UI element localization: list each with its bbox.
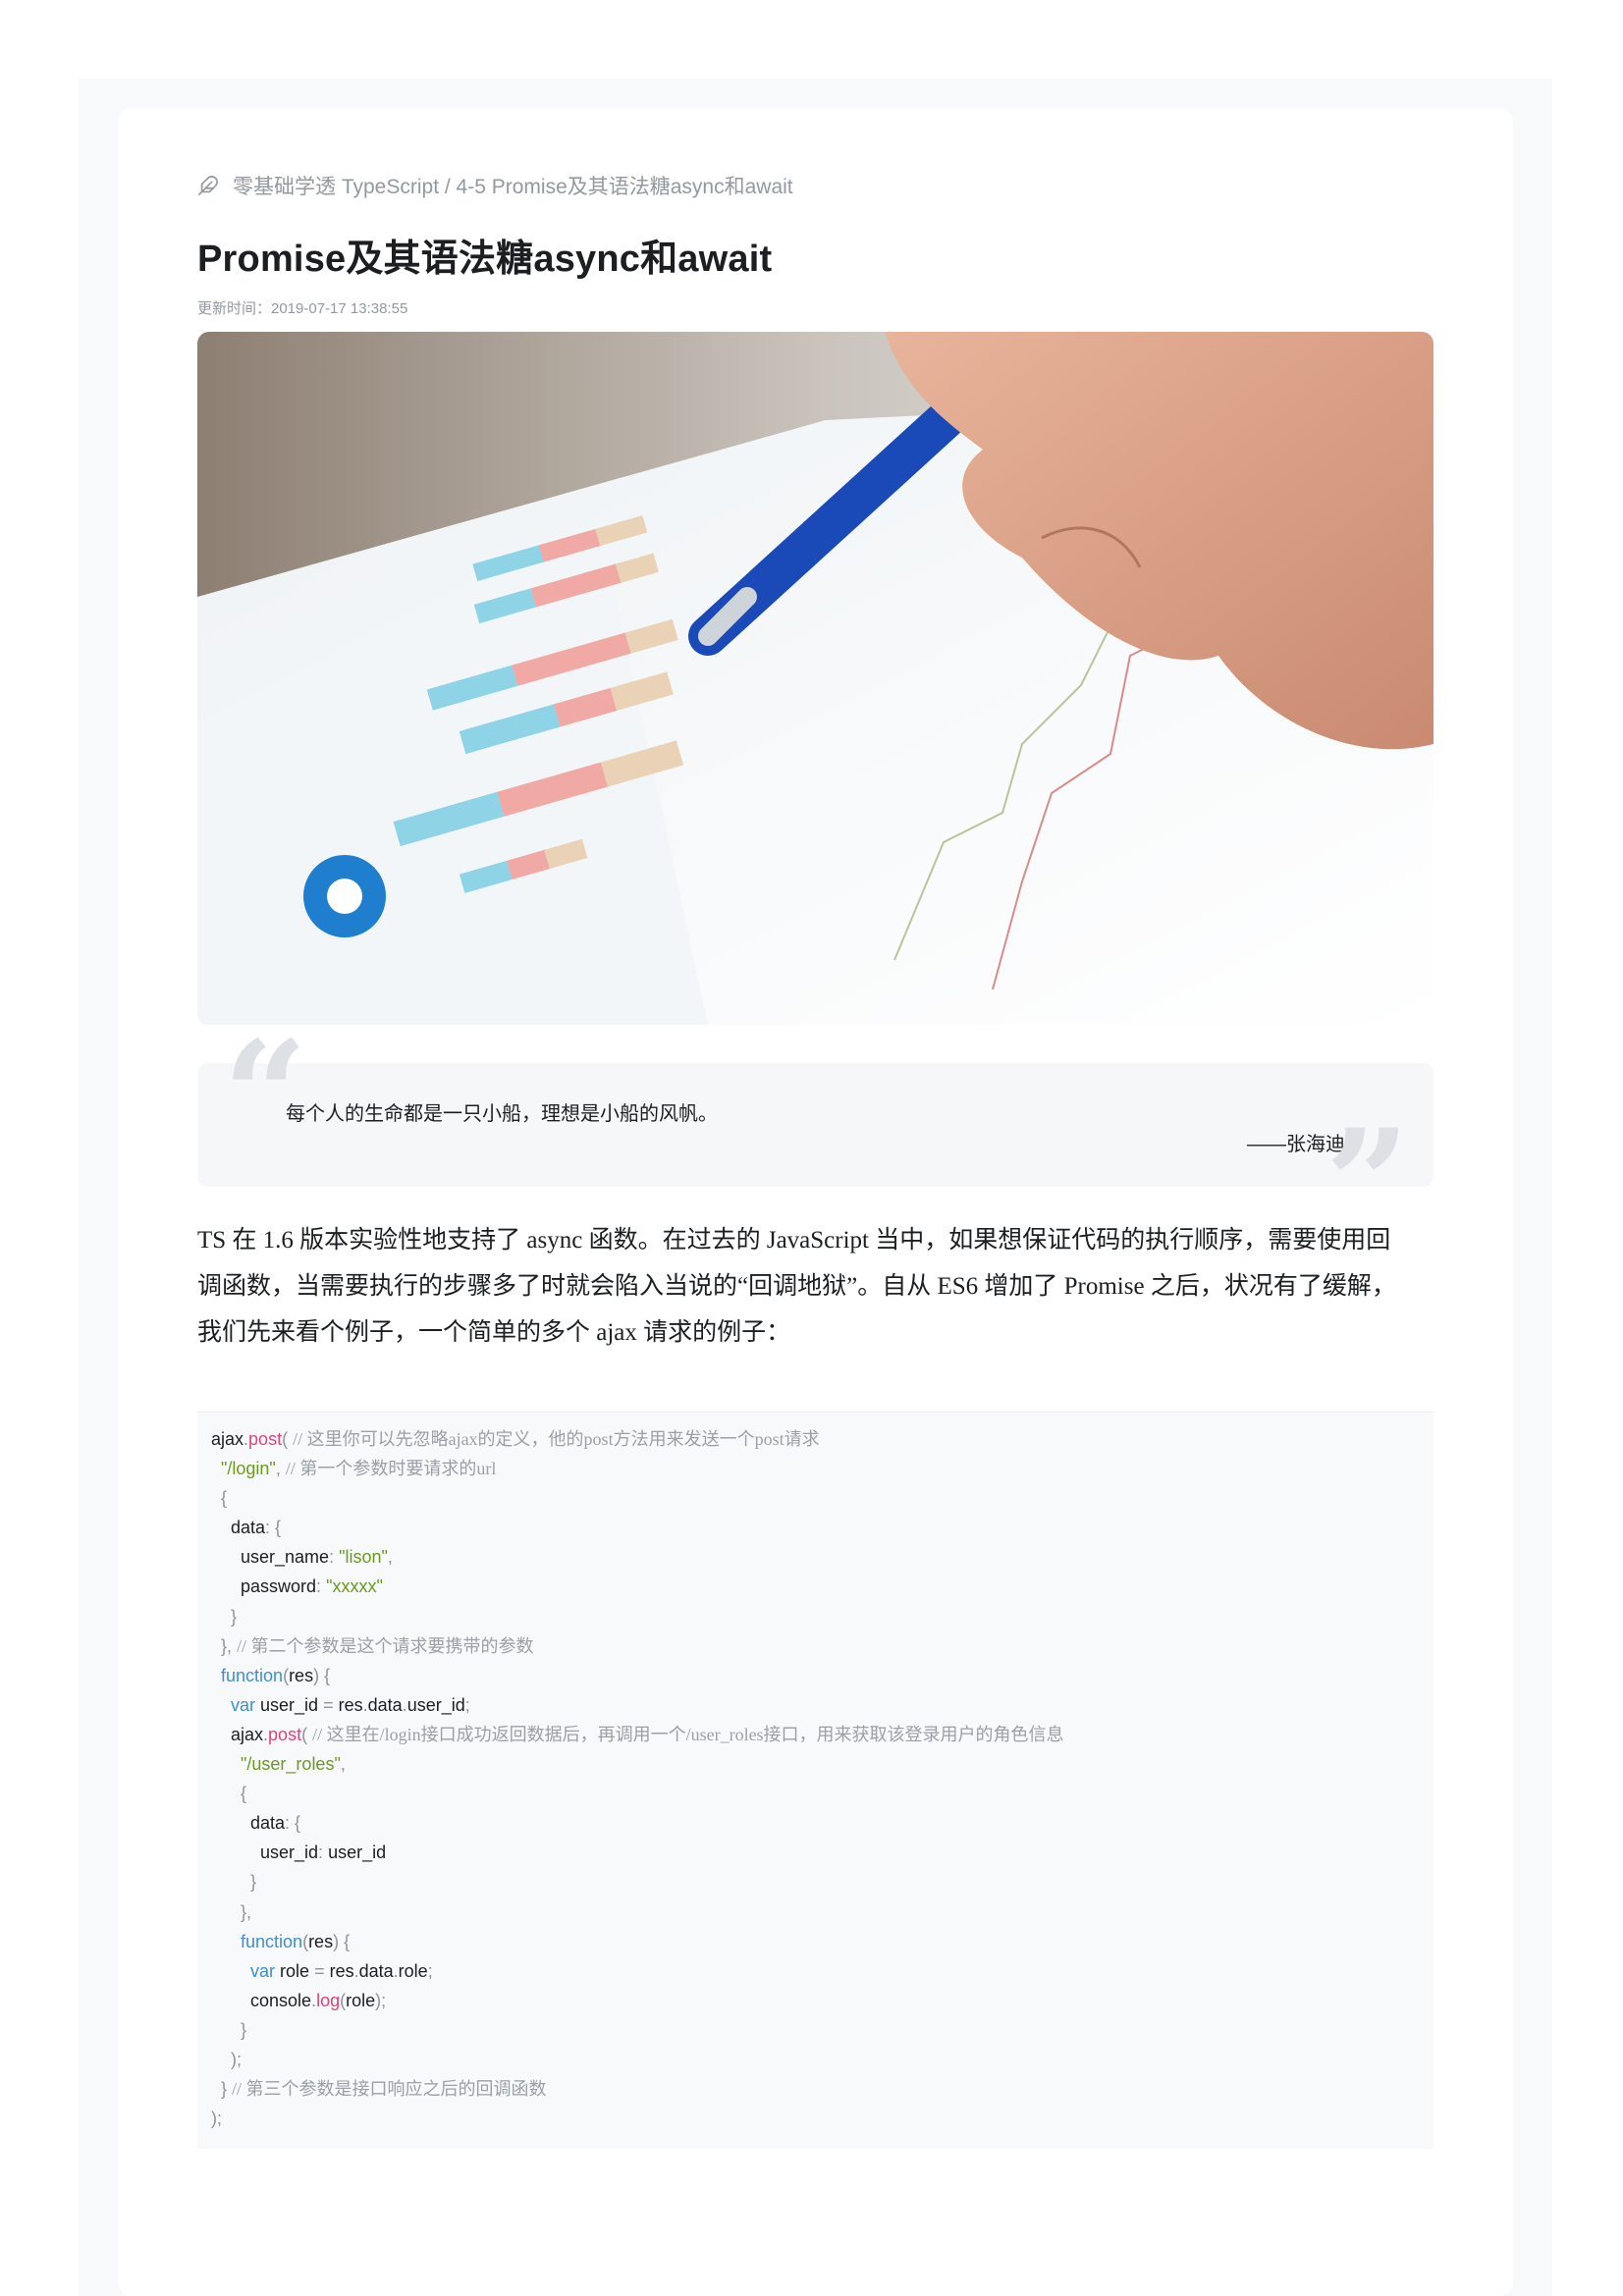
code-line: ); xyxy=(231,2049,243,2069)
quote-open-icon: “ xyxy=(223,1009,308,1182)
code-line: ajax.post( // 这里在/login接口成功返回数据后，再调用一个/u… xyxy=(211,1724,1064,1744)
code-line: function(res) { xyxy=(221,1665,331,1685)
code-line: data: { xyxy=(211,1813,301,1834)
code-line: "/user_roles", xyxy=(241,1754,346,1775)
code-line: var role = res.data.role; xyxy=(250,1960,433,1981)
code-line: "/login", // 第一个参数时要请求的url xyxy=(221,1459,497,1479)
code-line: }, // 第二个参数是这个请求要携带的参数 xyxy=(221,1635,534,1656)
quote-text: 每个人的生命都是一只小船，理想是小船的风帆。 xyxy=(286,1103,718,1125)
code-line: console.log(role); xyxy=(211,1990,387,2010)
code-content: ajax.post( // 这里你可以先忽略ajax的定义，他的post方法用来… xyxy=(211,1424,1064,2133)
code-line: } xyxy=(241,2019,247,2040)
page-background: 零基础学透 TypeScript / 4-5 Promise及其语法糖async… xyxy=(79,79,1552,2296)
article-title: Promise及其语法糖async和await xyxy=(197,239,773,280)
feather-icon xyxy=(198,176,218,195)
code-line: ajax.post( // 这里你可以先忽略ajax的定义，他的post方法用来… xyxy=(211,1429,820,1449)
code-line: } xyxy=(231,1606,238,1627)
code-line: } xyxy=(250,1872,257,1893)
code-line: var user_id = res.data.user_id; xyxy=(231,1694,470,1715)
update-time: 更新时间：2019-07-17 13:38:55 xyxy=(197,300,408,317)
code-line: password: "xxxxx" xyxy=(211,1576,383,1597)
intro-line: 调函数，当需要执行的步骤多了时就会陷入当说的“回调地狱”。自从 ES6 增加了 … xyxy=(197,1273,1396,1300)
code-block[interactable]: ajax.post( // 这里你可以先忽略ajax的定义，他的post方法用来… xyxy=(197,1412,1434,2149)
quote-block: “ 每个人的生命都是一只小船，理想是小船的风帆。 ——张海迪 ” xyxy=(197,1022,1434,1257)
hero-image xyxy=(197,332,1434,1025)
code-line: { xyxy=(221,1488,228,1509)
code-line: function(res) { xyxy=(241,1931,351,1951)
code-line: user_id: user_id xyxy=(211,1842,387,1863)
code-line: }, xyxy=(241,1901,252,1922)
code-line: user_name: "lison", xyxy=(211,1547,393,1568)
code-line: ); xyxy=(211,2109,222,2129)
code-line: data: { xyxy=(211,1518,282,1538)
article-card: 零基础学透 TypeScript / 4-5 Promise及其语法糖async… xyxy=(118,108,1513,2296)
intro-line: 我们先来看个例子，一个简单的多个 ajax 请求的例子： xyxy=(197,1319,791,1346)
intro-line: TS 在 1.6 版本实验性地支持了 async 函数。在过去的 JavaScr… xyxy=(197,1227,1391,1254)
intro-paragraph: TS 在 1.6 版本实验性地支持了 async 函数。在过去的 JavaScr… xyxy=(197,1217,1434,1356)
breadcrumb[interactable]: 零基础学透 TypeScript / 4-5 Promise及其语法糖async… xyxy=(197,169,1434,202)
breadcrumb-text[interactable]: 零基础学透 TypeScript / 4-5 Promise及其语法糖async… xyxy=(233,171,793,200)
code-line: } // 第三个参数是接口响应之后的回调函数 xyxy=(221,2079,547,2100)
code-line: { xyxy=(241,1784,247,1804)
